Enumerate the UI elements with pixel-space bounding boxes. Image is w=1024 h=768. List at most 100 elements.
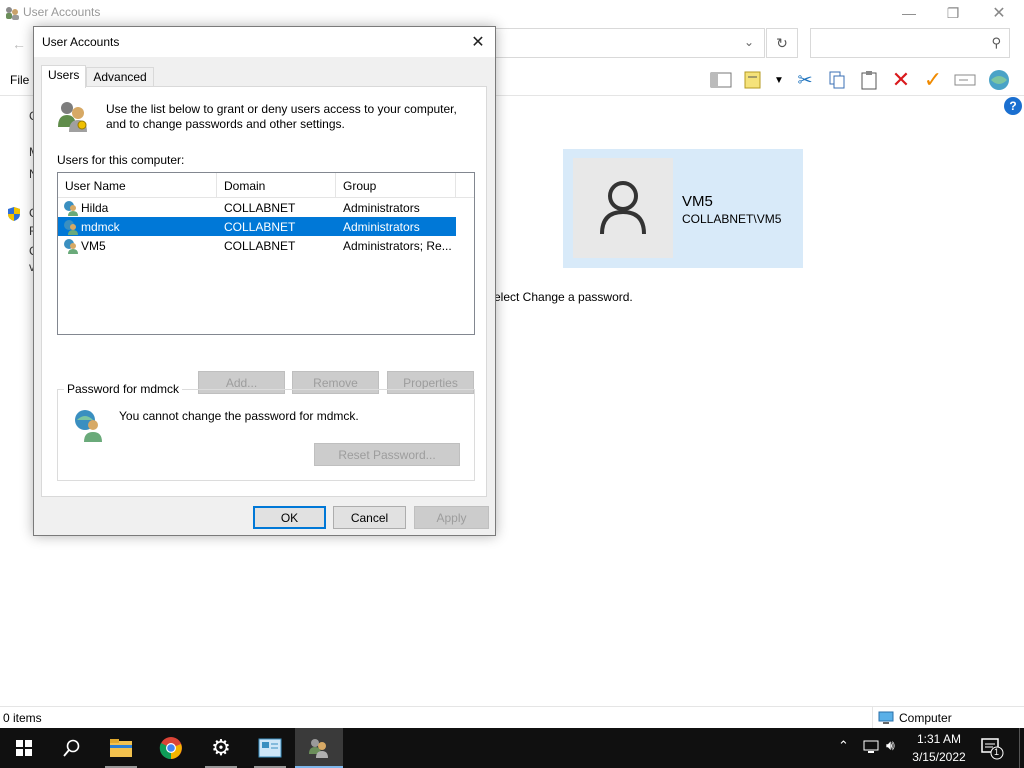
search-icon: ⚲ <box>991 35 1001 50</box>
checkmark-icon[interactable]: ✓ <box>917 66 949 94</box>
show-desktop-button[interactable] <box>1019 728 1024 768</box>
user-globe-icon <box>75 410 102 442</box>
refresh-button[interactable]: ↻ <box>766 28 798 58</box>
password-groupbox: Password for mdmck You cannot change the… <box>57 382 475 481</box>
uac-shield-icon <box>8 207 20 221</box>
taskbar-control-panel[interactable] <box>246 728 294 768</box>
bg-window-title: User Accounts <box>23 5 101 19</box>
apply-button[interactable]: Apply <box>414 506 489 529</box>
user-globe-icon <box>64 200 78 216</box>
search-taskbar-button[interactable] <box>48 728 96 768</box>
users-listview[interactable]: User Name Domain Group Hilda COLLABNET A… <box>57 172 475 335</box>
row-domain: COLLABNET <box>224 238 296 253</box>
volume-icon[interactable]: 🔊︎ <box>886 737 895 754</box>
properties-icon[interactable] <box>737 66 769 94</box>
network-icon[interactable] <box>862 739 880 758</box>
start-button[interactable] <box>0 728 48 768</box>
chrome-icon <box>159 737 182 760</box>
control-panel-icon <box>258 738 282 758</box>
menu-file[interactable]: File <box>10 73 29 87</box>
listview-header: User Name Domain Group <box>58 173 474 198</box>
minimize-button[interactable]: — <box>886 0 932 26</box>
folder-icon <box>110 739 132 757</box>
cancel-button[interactable]: Cancel <box>333 506 406 529</box>
notification-count-badge: 1 <box>994 747 1000 757</box>
row-user-name: mdmck <box>81 219 120 234</box>
tray-chevron-up-icon[interactable]: ⌃ <box>838 738 849 754</box>
taskbar-settings[interactable]: ⚙ <box>197 728 245 768</box>
table-row[interactable]: VM5 COLLABNET Administrators; Re... <box>58 236 456 255</box>
search-input[interactable]: ⚲ <box>810 28 1010 58</box>
computer-icon <box>878 711 894 724</box>
user-tile: VM5 COLLABNET\VM5 <box>563 149 803 268</box>
table-row-selected[interactable]: mdmck COLLABNET Administrators <box>58 217 456 236</box>
column-header-group[interactable]: Group <box>336 173 456 198</box>
taskbar-chrome[interactable] <box>147 728 195 768</box>
delete-icon[interactable]: ✕ <box>885 66 917 94</box>
tab-users[interactable]: Users <box>41 65 87 88</box>
toolbar: ▼ ✂ ✕ ✓ <box>705 66 1015 94</box>
intro-text: Use the list below to grant or deny user… <box>106 102 457 131</box>
password-group-title: Password for mdmck <box>64 382 183 396</box>
row-group: Administrators <box>343 200 420 215</box>
tile-user-domain: COLLABNET\VM5 <box>682 212 782 226</box>
help-icon[interactable]: ? <box>1004 97 1022 115</box>
rename-icon[interactable] <box>949 66 981 94</box>
table-row[interactable]: Hilda COLLABNET Administrators <box>58 198 456 217</box>
chevron-down-icon[interactable]: ⌄ <box>744 35 754 49</box>
user-accounts-dialog: User Accounts ✕ Users Advanced Use the l… <box>33 26 496 536</box>
column-header-user-name[interactable]: User Name <box>58 173 217 198</box>
windows-logo-icon <box>16 740 32 756</box>
back-arrow-icon[interactable]: ← <box>12 36 26 52</box>
close-button[interactable]: ✕ <box>976 0 1022 26</box>
taskbar-user-accounts[interactable] <box>295 728 343 768</box>
ok-button[interactable]: OK <box>253 506 326 529</box>
users-list-label: Users for this computer: <box>57 153 185 167</box>
row-domain: COLLABNET <box>224 200 296 215</box>
dropdown-arrow-icon[interactable]: ▼ <box>769 66 789 94</box>
row-group: Administrators <box>343 219 420 234</box>
clock-time: 1:31 AM <box>916 732 962 746</box>
row-user-name: VM5 <box>81 238 106 253</box>
pane-icon[interactable] <box>705 66 737 94</box>
password-message: You cannot change the password for mdmck… <box>119 409 359 423</box>
copy-icon[interactable] <box>821 66 853 94</box>
row-domain: COLLABNET <box>224 219 296 234</box>
user-globe-icon <box>64 219 78 235</box>
paste-icon[interactable] <box>853 66 885 94</box>
search-icon <box>63 739 80 757</box>
notification-icon <box>981 738 1004 760</box>
gear-icon: ⚙ <box>211 735 231 760</box>
address-bar[interactable]: ⌄ <box>495 28 765 58</box>
tab-advanced[interactable]: Advanced <box>86 67 154 88</box>
action-center-button[interactable]: 1 <box>980 736 1004 760</box>
dialog-tabs: Users Advanced <box>41 65 154 88</box>
column-header-domain[interactable]: Domain <box>217 173 336 198</box>
dialog-close-button[interactable]: ✕ <box>467 31 489 53</box>
taskbar: ⚙ ⌃ 🔊︎ 1:31 AM 3/15/2022 1 <box>0 728 1024 768</box>
globe-icon[interactable] <box>983 66 1015 94</box>
clock-date: 3/15/2022 <box>912 750 966 764</box>
status-location: Computer <box>872 707 952 729</box>
dialog-titlebar: User Accounts ✕ <box>34 27 495 57</box>
tile-user-name: VM5 <box>682 193 713 210</box>
clock[interactable]: 1:31 AM 3/15/2022 <box>906 730 972 766</box>
bg-titlebar: User Accounts — ❐ ✕ <box>0 0 1024 26</box>
dialog-title: User Accounts <box>42 35 120 49</box>
restore-button[interactable]: ❐ <box>930 0 976 26</box>
user-avatar-icon <box>573 158 673 258</box>
users-group-icon <box>58 102 87 132</box>
status-location-label: Computer <box>899 711 952 725</box>
row-group: Administrators; Re... <box>343 238 452 253</box>
user-accounts-icon <box>309 739 328 758</box>
cut-icon[interactable]: ✂ <box>789 66 821 94</box>
row-user-name: Hilda <box>81 200 109 215</box>
status-item-count: 0 items <box>3 711 42 725</box>
reset-password-button[interactable]: Reset Password... <box>314 443 460 466</box>
user-globe-icon <box>64 238 78 254</box>
change-password-instruction: elect Change a password. <box>494 290 633 304</box>
user-accounts-app-icon <box>6 7 19 20</box>
users-tab-panel: Use the list below to grant or deny user… <box>41 86 487 497</box>
taskbar-file-explorer[interactable] <box>97 728 145 768</box>
status-bar: 0 items Computer <box>0 706 1024 729</box>
